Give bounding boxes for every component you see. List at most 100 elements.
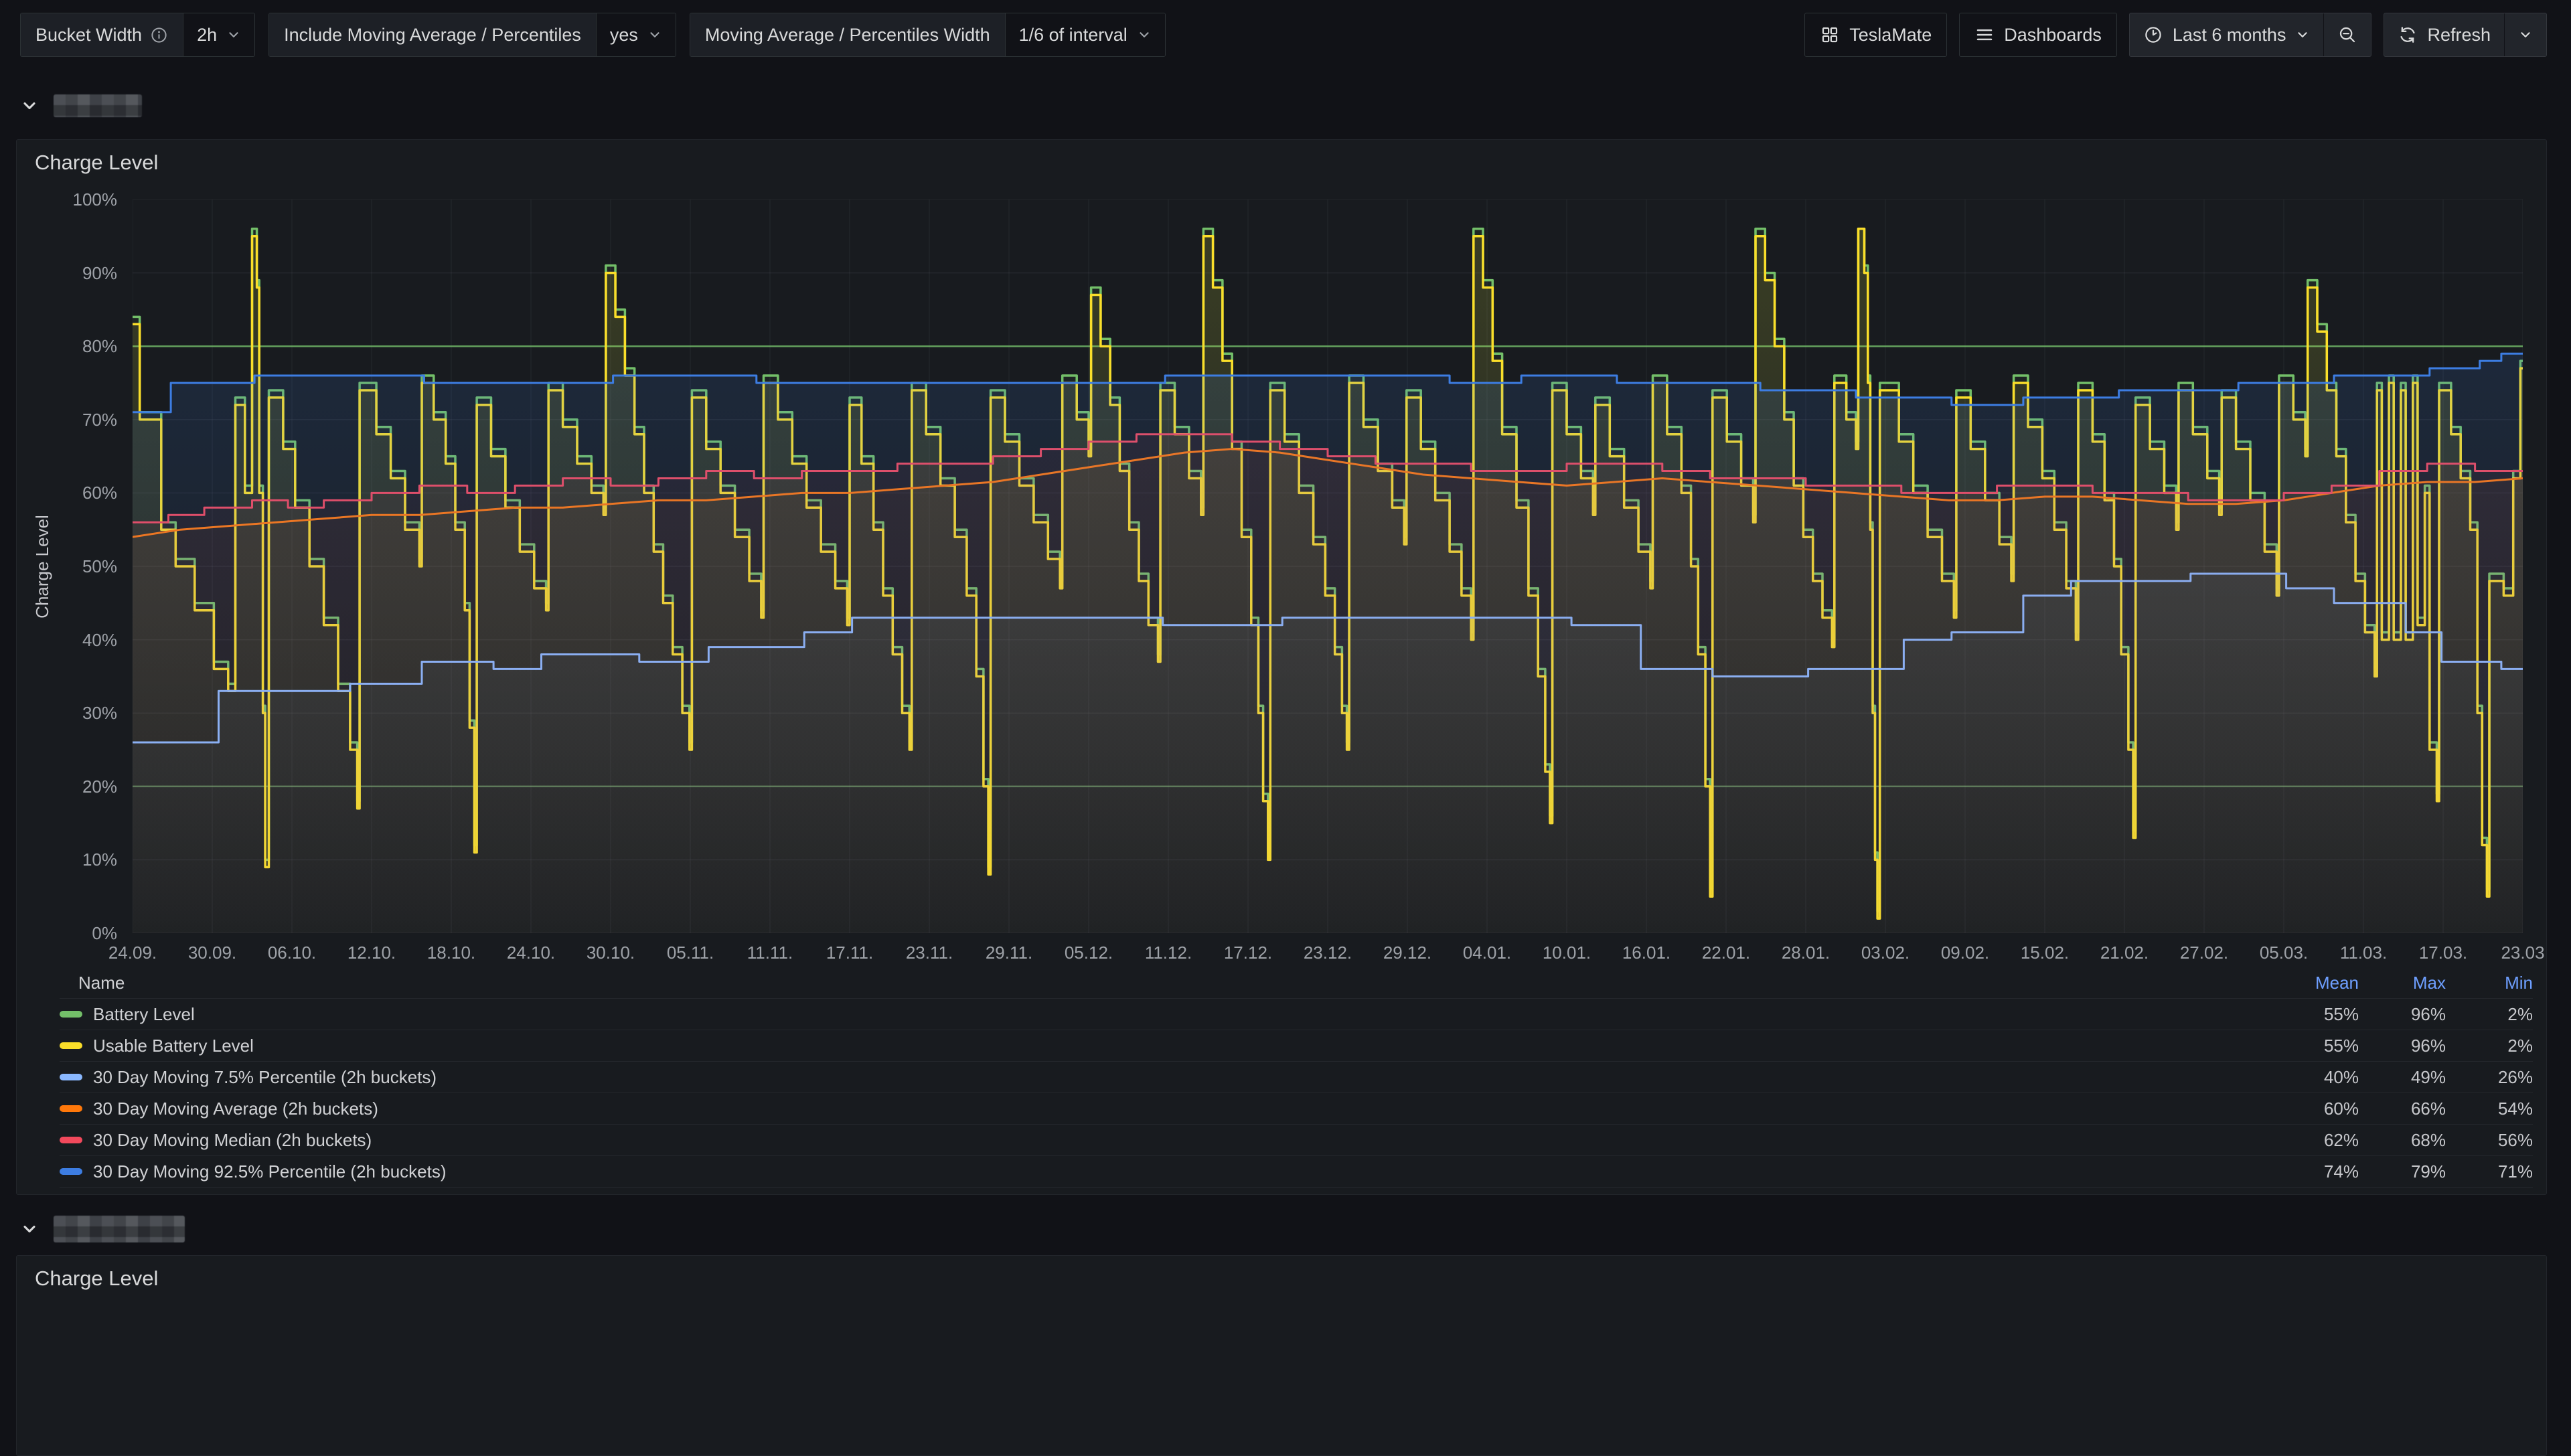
y-tick-label: 20% — [17, 777, 117, 797]
charge-level-chart[interactable] — [133, 199, 2523, 933]
legend-series-toggle[interactable]: 30 Day Moving 7.5% Percentile (2h bucket… — [60, 1067, 2272, 1088]
legend-header-name[interactable]: Name — [60, 973, 2272, 993]
legend-series-name: 30 Day Moving 7.5% Percentile (2h bucket… — [93, 1067, 437, 1088]
x-tick-label: 23.11. — [906, 943, 953, 963]
legend-min-value: 2% — [2446, 1036, 2533, 1056]
legend-series-toggle[interactable]: 30 Day Moving Average (2h buckets) — [60, 1099, 2272, 1119]
legend-series-name: Battery Level — [93, 1004, 195, 1025]
legend-series-name: Usable Battery Level — [93, 1036, 254, 1056]
series-color-swatch — [60, 1105, 82, 1112]
apps-grid-icon — [1820, 25, 1840, 45]
legend-mean-value: 55% — [2272, 1004, 2359, 1025]
bucket-width-value: 2h — [197, 25, 217, 46]
time-range-picker[interactable]: Last 6 months — [2130, 13, 2324, 56]
percentiles-width-select[interactable]: 1/6 of interval — [1005, 13, 1165, 56]
teslamate-button[interactable]: TeslaMate — [1804, 13, 1947, 57]
refresh-button-label: Refresh — [2427, 25, 2491, 46]
legend-series-toggle[interactable]: 30 Day Moving Median (2h buckets) — [60, 1130, 2272, 1151]
y-tick-label: 70% — [17, 410, 117, 430]
dashboard-row-toggle-2[interactable] — [20, 1214, 185, 1244]
y-tick-label: 30% — [17, 703, 117, 724]
x-tick-label: 05.03. — [2260, 943, 2308, 963]
x-tick-label: 24.10. — [507, 943, 555, 963]
row-title-redacted — [54, 94, 142, 117]
legend-series-name: 30 Day Moving Median (2h buckets) — [93, 1130, 372, 1151]
x-tick-label: 11.03. — [2340, 943, 2387, 963]
dashboard-row-toggle-1[interactable] — [20, 91, 142, 120]
series-color-swatch — [60, 1168, 82, 1175]
legend-min-value: 71% — [2446, 1161, 2533, 1182]
legend-row-battery-level: Battery Level 55% 96% 2% — [60, 999, 2533, 1030]
x-tick-label: 04.01. — [1463, 943, 1511, 963]
charge-level-panel: Charge Level Charge Level 0%10%20%30%40%… — [16, 139, 2547, 1195]
x-tick-label: 27.02. — [2180, 943, 2228, 963]
legend-header-max[interactable]: Max — [2359, 973, 2446, 993]
x-tick-label: 30.10. — [587, 943, 635, 963]
zoom-out-button[interactable] — [2323, 13, 2371, 56]
y-tick-label: 40% — [17, 630, 117, 651]
refresh-group: Refresh — [2384, 13, 2547, 57]
x-tick-label: 23.12. — [1304, 943, 1352, 963]
x-tick-label: 17.03. — [2419, 943, 2467, 963]
y-tick-label: 80% — [17, 336, 117, 357]
info-icon[interactable] — [150, 26, 168, 44]
x-tick-label: 15.02. — [2021, 943, 2069, 963]
x-tick-label: 03.02. — [1861, 943, 1910, 963]
dashboards-button-label: Dashboards — [2004, 25, 2102, 46]
legend-max-value: 96% — [2359, 1036, 2446, 1056]
chevron-down-icon — [20, 1220, 39, 1238]
y-tick-label: 100% — [17, 189, 117, 210]
legend-header-mean[interactable]: Mean — [2272, 973, 2359, 993]
chevron-down-icon — [1137, 27, 1152, 42]
refresh-interval-dropdown[interactable] — [2504, 13, 2546, 56]
percentiles-width-label-text: Moving Average / Percentiles Width — [705, 25, 990, 46]
panel-title[interactable]: Charge Level — [35, 1267, 158, 1291]
legend-series-toggle[interactable]: Battery Level — [60, 1004, 2272, 1025]
x-tick-label: 11.12. — [1145, 943, 1192, 963]
x-tick-label: 30.09. — [188, 943, 236, 963]
chevron-down-icon — [2518, 27, 2533, 42]
include-moving-average-select[interactable]: yes — [596, 13, 676, 56]
dashboard-toolbar: Bucket Width 2h Include Moving Average /… — [0, 0, 2571, 70]
legend-mean-value: 74% — [2272, 1161, 2359, 1182]
x-tick-label: 28.01. — [1782, 943, 1830, 963]
y-tick-label: 0% — [17, 923, 117, 944]
legend-min-value: 54% — [2446, 1099, 2533, 1119]
x-tick-label: 21.02. — [2100, 943, 2149, 963]
legend-max-value: 49% — [2359, 1067, 2446, 1088]
legend-series-toggle[interactable]: Usable Battery Level — [60, 1036, 2272, 1056]
x-tick-label: 10.01. — [1543, 943, 1591, 963]
variable-percentiles-width: Moving Average / Percentiles Width 1/6 o… — [690, 13, 1166, 57]
legend-header-min[interactable]: Min — [2446, 973, 2533, 993]
legend-row-percentile-7-5: 30 Day Moving 7.5% Percentile (2h bucket… — [60, 1062, 2533, 1093]
legend-min-value: 2% — [2446, 1004, 2533, 1025]
time-range-label: Last 6 months — [2173, 25, 2286, 46]
chevron-down-icon — [2295, 27, 2310, 42]
y-tick-label: 60% — [17, 483, 117, 503]
x-tick-label: 23.03 — [2501, 943, 2544, 963]
include-moving-average-label-text: Include Moving Average / Percentiles — [284, 25, 581, 46]
bucket-width-select[interactable]: 2h — [183, 13, 254, 56]
include-moving-average-label: Include Moving Average / Percentiles — [269, 13, 596, 56]
x-tick-label: 18.10. — [427, 943, 475, 963]
legend-header-row: Name Mean Max Min — [60, 967, 2533, 999]
legend-row-moving-median: 30 Day Moving Median (2h buckets) 62% 68… — [60, 1125, 2533, 1156]
x-tick-label: 17.12. — [1224, 943, 1272, 963]
clock-icon — [2143, 25, 2163, 45]
panel-title[interactable]: Charge Level — [35, 151, 158, 175]
legend-min-value: 26% — [2446, 1067, 2533, 1088]
legend-row-usable-battery-level: Usable Battery Level 55% 96% 2% — [60, 1030, 2533, 1062]
x-tick-label: 05.12. — [1065, 943, 1113, 963]
refresh-button[interactable]: Refresh — [2384, 13, 2504, 56]
chevron-down-icon — [20, 96, 39, 115]
toolbar-right-group: TeslaMate Dashboards Last 6 months — [1804, 13, 2547, 57]
x-tick-label: 24.09. — [108, 943, 157, 963]
legend-series-toggle[interactable]: 30 Day Moving 92.5% Percentile (2h bucke… — [60, 1161, 2272, 1182]
x-tick-label: 29.12. — [1383, 943, 1431, 963]
variable-include-moving-average: Include Moving Average / Percentiles yes — [268, 13, 676, 57]
series-color-swatch — [60, 1137, 82, 1143]
legend-max-value: 96% — [2359, 1004, 2446, 1025]
dashboards-button[interactable]: Dashboards — [1959, 13, 2117, 57]
chevron-down-icon — [647, 27, 662, 42]
x-tick-label: 29.11. — [986, 943, 1032, 963]
